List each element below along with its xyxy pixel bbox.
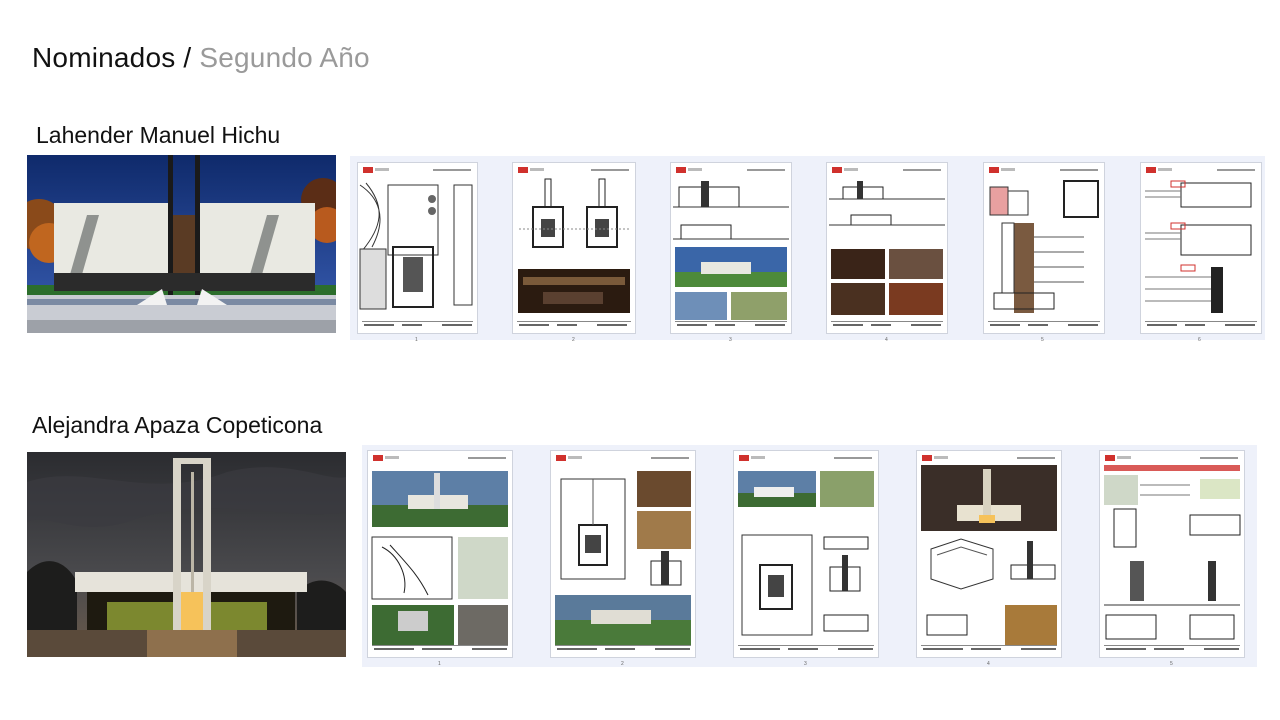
nominee-2-render-image[interactable]: [27, 452, 346, 657]
page-number: 4: [885, 337, 888, 343]
sheet-thumbnail[interactable]: [826, 162, 948, 334]
page-number: 2: [572, 337, 575, 343]
sheet-thumbnail[interactable]: [1140, 162, 1262, 334]
sheet-thumbnail[interactable]: [367, 450, 513, 658]
sheet-thumbnail[interactable]: [733, 450, 879, 658]
page-number: 3: [804, 661, 807, 667]
page-number: 1: [415, 337, 418, 343]
title-separator: /: [175, 42, 200, 73]
nominee-name: Lahender Manuel Hichu: [36, 122, 281, 148]
page-number: 4: [987, 661, 990, 667]
sheet-thumbnail[interactable]: [983, 162, 1105, 334]
render-night-illustration: [27, 452, 346, 657]
page-number: 1: [438, 661, 441, 667]
render-day-illustration: [27, 155, 336, 333]
page-number: 5: [1041, 337, 1044, 343]
title-main: Nominados: [32, 42, 176, 73]
title-sub: Segundo Año: [199, 42, 370, 73]
sheet-thumbnail[interactable]: [916, 450, 1062, 658]
page-title: Nominados / Segundo Año: [32, 42, 370, 74]
nominee-1-render-image[interactable]: [27, 155, 336, 333]
nominee-name: Alejandra Apaza Copeticona: [32, 412, 323, 438]
page-number: 3: [729, 337, 732, 343]
page-number: 2: [621, 661, 624, 667]
page-number: 5: [1170, 661, 1173, 667]
nominee-1-sheets-strip: [350, 156, 1265, 340]
page-number: 6: [1198, 337, 1201, 343]
sheet-thumbnail[interactable]: [512, 162, 636, 334]
sheet-thumbnail[interactable]: [357, 162, 478, 334]
sheet-thumbnail[interactable]: [550, 450, 696, 658]
sheet-thumbnail[interactable]: [1099, 450, 1245, 658]
sheet-thumbnail[interactable]: [670, 162, 792, 334]
